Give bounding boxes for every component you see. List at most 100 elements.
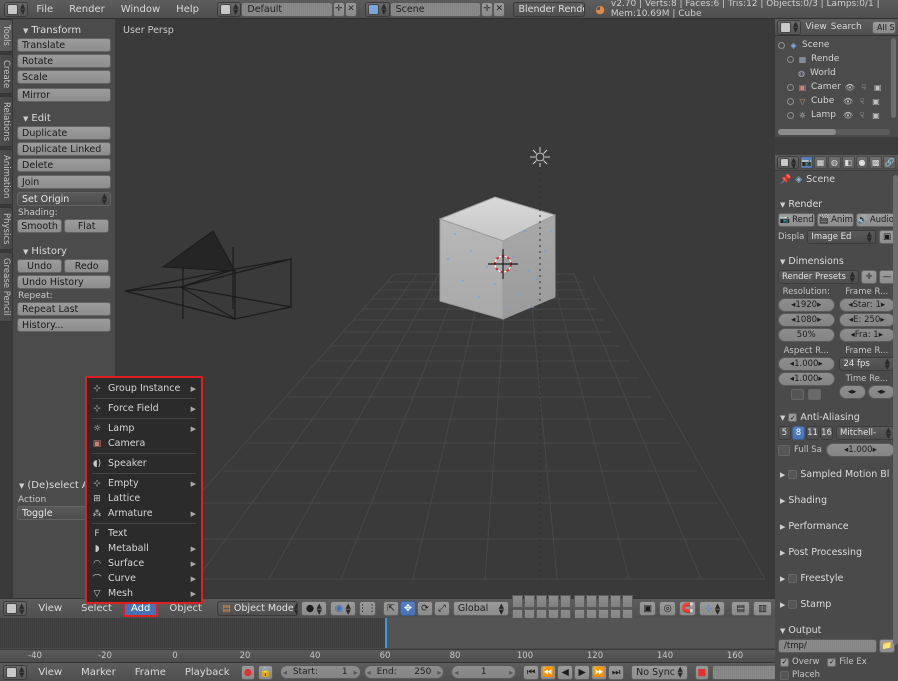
render-audio-button[interactable]: 🔊 Audio <box>856 213 896 227</box>
render-animation-button[interactable]: 🎬 Anim <box>817 213 855 227</box>
aspect-y-field[interactable]: ◂ 1.000 ▸ <box>778 372 835 386</box>
time-remap-new-field[interactable]: ◂ ▸ <box>867 385 895 399</box>
aa-sample-5[interactable]: 5 <box>778 426 791 440</box>
menu-item-lattice[interactable]: ⊞ Lattice <box>87 491 201 506</box>
tool-tab-tools[interactable]: Tools <box>0 19 13 52</box>
add-scene-button[interactable]: ✛ <box>480 1 494 17</box>
next-keyframe-icon[interactable]: ⏩ <box>591 664 608 680</box>
timeline-menu-view[interactable]: View <box>30 667 70 678</box>
properties-tab-material[interactable]: ● <box>855 156 869 169</box>
outliner-menu-view[interactable]: View <box>805 22 826 32</box>
play-reverse-icon[interactable]: ◀ <box>557 664 574 680</box>
output-path-field[interactable]: /tmp/ <box>778 639 877 653</box>
playhead[interactable] <box>385 618 387 648</box>
frame-step-field[interactable]: ◂ Fra: 1 ▸ <box>838 328 895 342</box>
layer-cell[interactable] <box>536 595 548 608</box>
render-presets-selector[interactable]: Render Presets ▲ ▼ <box>778 270 859 284</box>
render-engine-selector[interactable]: Blender Render ▲▼ <box>513 1 586 17</box>
properties-tab-constraint[interactable]: 🔗 <box>883 156 896 169</box>
properties-tab-scene[interactable]: ▦ <box>814 156 827 169</box>
viewport-menu-select[interactable]: Select <box>73 603 120 614</box>
layer-cell[interactable] <box>548 595 560 608</box>
expander-icon[interactable] <box>787 111 794 119</box>
camera-restrict-icon[interactable]: ▣ <box>870 110 882 121</box>
panel-header-post-processing[interactable]: ▼ Post Processing <box>778 544 895 561</box>
expander-icon[interactable] <box>787 83 794 91</box>
resolution-percentage-field[interactable]: 50% <box>778 328 835 342</box>
jump-start-icon[interactable]: ⏮ <box>523 664 540 680</box>
render-image-button[interactable]: 📷 Rend <box>778 213 816 227</box>
pin-icon[interactable]: 📌 <box>780 175 791 185</box>
frame-end-field[interactable]: ◂ End: 250 ▸ <box>363 665 445 679</box>
file-extensions-toggle[interactable]: ✓ File Ex <box>827 657 867 667</box>
tool-tab-relations[interactable]: Relations <box>0 96 13 148</box>
freestyle-checkbox[interactable] <box>788 574 798 583</box>
tool-shade-smooth[interactable]: Smooth <box>17 219 63 233</box>
timeline-menu-marker[interactable]: Marker <box>73 667 124 678</box>
add-object-menu[interactable]: ⊹ Group Instance ▶ ⊹ Force Field ▶ ☼ Lam… <box>85 376 203 604</box>
add-preset-button[interactable]: ✛ <box>861 270 877 284</box>
outliner-row-world[interactable]: ◍ World <box>778 66 896 80</box>
scene-icon-box[interactable]: ▲ ▼ <box>365 1 390 17</box>
outliner-row-renderlayers[interactable]: ▦ Rende <box>778 52 896 66</box>
camera-restrict-icon[interactable]: ▣ <box>870 96 882 107</box>
aa-sample-16[interactable]: 16 <box>820 426 833 440</box>
tool-scale[interactable]: Scale <box>17 70 111 84</box>
delete-scene-button[interactable]: ✕ <box>493 1 506 17</box>
cursor-icon[interactable]: ☟ <box>858 82 870 93</box>
transform-orientation-selector[interactable]: Global ▲ ▼ <box>452 601 510 616</box>
layer-cell[interactable] <box>586 595 598 608</box>
tool-tab-physics[interactable]: Physics <box>0 206 13 251</box>
menu-item-lamp[interactable]: ☼ Lamp ▶ <box>87 421 201 436</box>
outliner-filter-selector[interactable]: All S <box>872 20 896 34</box>
layer-cell[interactable] <box>598 595 610 608</box>
eye-icon[interactable]: 👁 <box>842 110 854 121</box>
scene-render-button[interactable]: ▣ <box>639 601 657 616</box>
frame-start-field[interactable]: ◂ Start: 1 ▸ <box>279 665 361 679</box>
overwrite-toggle[interactable]: ✓ Overw <box>780 657 819 667</box>
current-frame-field[interactable]: ◂ 1 ▸ <box>451 665 517 679</box>
add-screen-layout-button[interactable]: ✛ <box>332 1 345 17</box>
editor-type-selector-info[interactable]: ▲ ▼ <box>4 1 29 17</box>
time-remap-old-field[interactable]: ◂ ▸ <box>838 385 866 399</box>
panel-header-history[interactable]: ▼ History <box>17 244 111 259</box>
menu-item-camera[interactable]: ▣ Camera <box>87 436 201 451</box>
viewport-menu-object[interactable]: Object <box>161 603 210 614</box>
interaction-mode-selector[interactable]: ▤ Object Mode ▲▼ <box>216 601 298 616</box>
aa-sample-8[interactable]: 8 <box>792 426 805 440</box>
menu-help[interactable]: Help <box>168 4 207 15</box>
editor-type-selector-timeline[interactable]: ▲ ▼ <box>3 664 28 680</box>
tool-undo-history[interactable]: Undo History <box>17 275 111 289</box>
properties-tab-world[interactable]: ◍ <box>827 156 841 169</box>
timeline-region[interactable]: -40 -20 0 20 40 60 80 100 120 140 160 <box>0 618 775 662</box>
viewport-menu-view[interactable]: View <box>30 603 70 614</box>
menu-item-surface[interactable]: ◠ Surface ▶ <box>87 556 201 571</box>
editor-type-selector-outliner[interactable]: ▲ ▼ <box>777 19 802 35</box>
editor-type-selector-properties[interactable]: ▲ ▼ <box>777 156 800 169</box>
pivot-point-selector[interactable]: ◉ ▲ ▼ <box>329 601 356 616</box>
placeholder-toggle[interactable]: Placeh <box>778 670 895 680</box>
motion-blur-checkbox[interactable] <box>788 470 798 479</box>
delete-screen-layout-button[interactable]: ✕ <box>344 1 358 17</box>
outliner-row-lamp[interactable]: ☼ Lamp 👁 ☟ ▣ <box>778 108 896 122</box>
outliner-scrollbar-h[interactable] <box>778 129 890 135</box>
panel-header-render[interactable]: ▼ Render <box>778 196 895 213</box>
aspect-x-field[interactable]: ◂ 1.000 ▸ <box>778 357 835 371</box>
tool-tab-animation[interactable]: Animation <box>0 149 13 205</box>
panel-header-dimensions[interactable]: ▼ Dimensions <box>778 253 895 270</box>
properties-tab-texture[interactable]: ▩ <box>869 156 883 169</box>
snap-element-selector[interactable]: ⊹ ▲ ▼ <box>699 601 726 616</box>
resolution-y-field[interactable]: ◂ 1080 ▸ <box>778 313 835 327</box>
placeholder-checkbox[interactable] <box>780 670 789 680</box>
3d-viewport[interactable]: User Persp <box>115 19 775 598</box>
record-icon[interactable]: ■ <box>694 664 709 680</box>
menu-item-text[interactable]: F Text <box>87 526 201 541</box>
tool-rotate[interactable]: Rotate <box>17 54 111 68</box>
sync-mode-selector[interactable]: No Sync ▲ ▼ <box>631 664 688 680</box>
tool-duplicate-linked[interactable]: Duplicate Linked <box>17 142 111 156</box>
aa-size-field[interactable]: ◂ 1.000 ▸ <box>825 443 895 457</box>
panel-header-shading[interactable]: ▼ Shading <box>778 492 895 509</box>
tool-redo[interactable]: Redo <box>64 259 110 273</box>
menu-item-curve[interactable]: ⌒ Curve ▶ <box>87 571 201 586</box>
menu-item-armature[interactable]: ⁂ Armature ▶ <box>87 506 201 521</box>
